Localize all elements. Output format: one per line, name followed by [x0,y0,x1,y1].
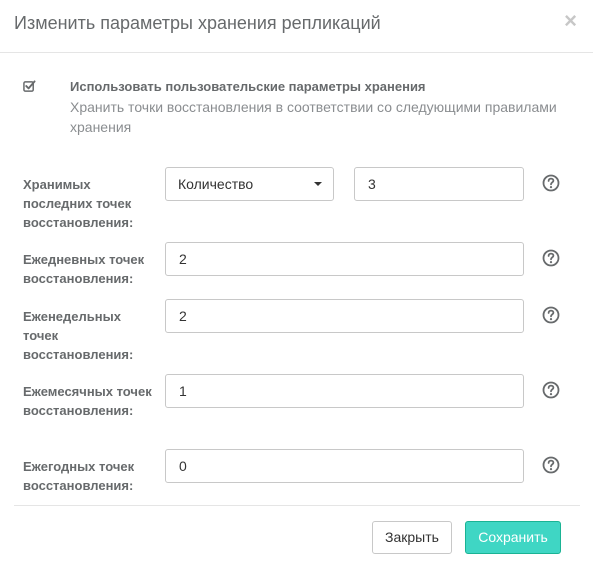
check-square-icon[interactable] [23,80,36,93]
monthly-label: Ежемесячных точек восстановления: [23,384,152,418]
yearly-label: Ежегодных точек восстановления: [23,459,135,493]
dialog-header: Изменить параметры хранения репликаций × [0,0,593,53]
question-circle-icon[interactable] [542,456,560,474]
save-button[interactable]: Сохранить [465,521,561,554]
custom-retention-title: Использовать пользовательские параметры … [70,79,426,94]
daily-label: Ежедневных точек восстановления: [23,252,145,286]
last-points-label: Хранимых последних точек восстановления: [23,177,134,230]
last-points-input[interactable]: 3 [354,167,524,201]
last-points-mode-select[interactable]: Количество [165,167,334,201]
monthly-input[interactable]: 1 [165,374,524,408]
close-icon[interactable]: × [564,10,577,32]
custom-retention-description: Хранить точки восстановления в соответст… [70,99,557,135]
chevron-down-icon [314,182,322,186]
daily-input[interactable]: 2 [165,242,524,276]
footer-divider [14,505,580,506]
dialog-title: Изменить параметры хранения репликаций [14,13,381,33]
close-button[interactable]: Закрыть [372,521,452,554]
retention-dialog: Изменить параметры хранения репликаций ×… [0,0,593,587]
question-circle-icon[interactable] [542,381,560,399]
last-points-mode-value: Количество [178,176,254,192]
question-circle-icon[interactable] [542,174,560,192]
weekly-input[interactable]: 2 [165,299,524,333]
weekly-label: Еженедельных точек восстановления: [23,309,134,362]
yearly-input[interactable]: 0 [165,449,524,483]
question-circle-icon[interactable] [542,249,560,267]
question-circle-icon[interactable] [542,306,560,324]
